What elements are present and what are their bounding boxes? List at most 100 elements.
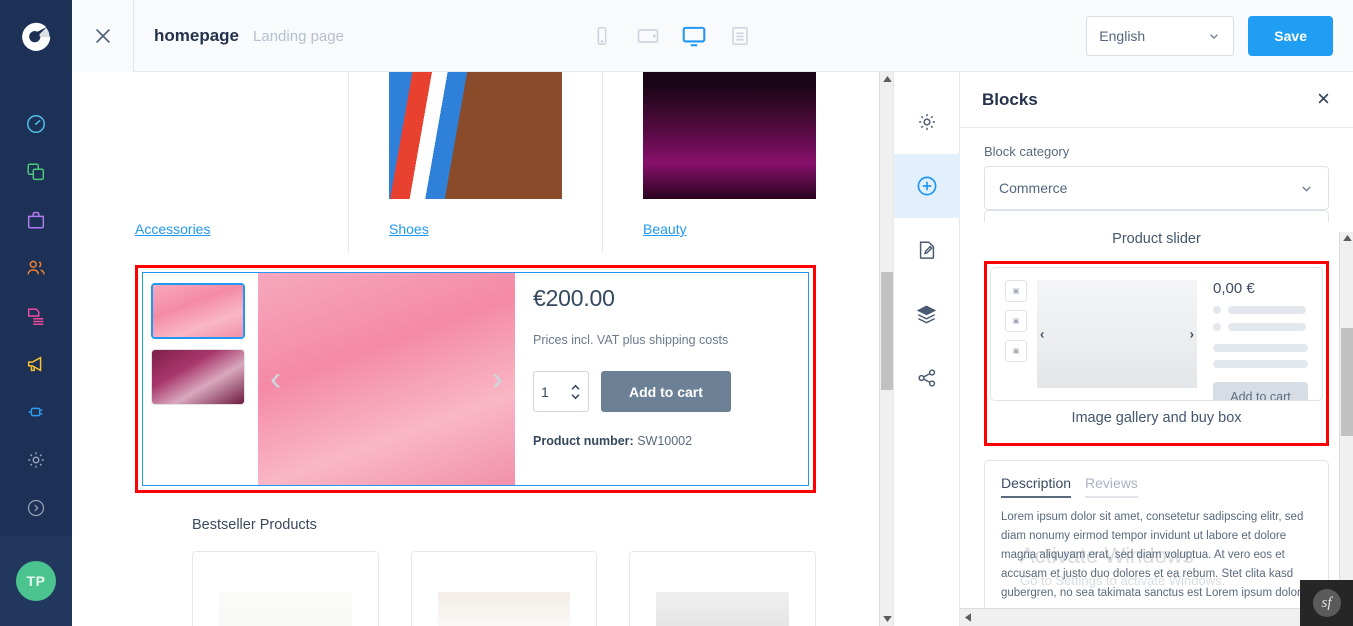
gallery-prev-icon[interactable]: ‹ <box>270 362 281 396</box>
description-preview-card: Description Reviews Lorem ipsum dolor si… <box>984 460 1329 618</box>
sidebar-item-content[interactable] <box>0 292 72 340</box>
canvas-content: Accessories Shoes Beauty ‹ › €200.00 Pri… <box>72 72 879 626</box>
language-value: English <box>1099 27 1146 44</box>
add-to-cart-button[interactable]: Add to cart <box>601 371 731 412</box>
close-icon[interactable] <box>1316 91 1331 109</box>
preview-canvas-wrapper: Accessories Shoes Beauty ‹ › €200.00 Pri… <box>72 72 894 626</box>
save-button[interactable]: Save <box>1248 15 1333 56</box>
gallery-thumb-2[interactable] <box>151 349 245 405</box>
gallery-main-image[interactable]: ‹ › <box>258 273 515 485</box>
chevron-down-icon <box>1210 33 1219 39</box>
sidebar-item-extensions[interactable] <box>0 388 72 436</box>
suit-photo <box>656 592 790 626</box>
category-tile-beauty[interactable]: Beauty <box>603 72 816 253</box>
main-area: homepage Landing page English Save Acces… <box>72 0 1353 626</box>
page-title: homepage <box>154 25 240 45</box>
category-tile-accessories[interactable]: Accessories <box>135 72 348 253</box>
buy-box-details: €200.00 Prices incl. VAT plus shipping c… <box>515 273 808 485</box>
scroll-down-icon[interactable] <box>880 612 893 626</box>
tab-reviews[interactable]: Reviews <box>1085 475 1138 498</box>
sidebar-item-settings[interactable] <box>0 436 72 484</box>
bestseller-card-3[interactable] <box>629 551 817 626</box>
preview-prev-icon[interactable]: ‹ <box>1040 327 1044 342</box>
skeleton-bar <box>1228 323 1306 331</box>
page-type-label: Landing page <box>253 27 344 45</box>
panel-scrollbar[interactable] <box>1339 232 1353 608</box>
block-item-product-slider[interactable]: Product slider <box>984 210 1329 261</box>
skeleton-row <box>1213 323 1308 331</box>
panel-scrollbar-thumb[interactable] <box>1341 328 1353 436</box>
desktop-icon[interactable] <box>680 22 708 50</box>
category-link-shoes[interactable]: Shoes <box>389 221 429 237</box>
rail-item-edit[interactable] <box>894 218 960 282</box>
description-body: Lorem ipsum dolor sit amet, consetetur s… <box>1001 511 1304 599</box>
category-tile-shoes[interactable]: Shoes <box>349 72 602 253</box>
app-root: TP homepage Landing page English Save Ac… <box>0 0 1353 626</box>
sidebar-item-catalogues[interactable] <box>0 148 72 196</box>
skeleton-bar <box>1213 360 1308 368</box>
rail-item-share[interactable] <box>894 346 960 410</box>
preview-canvas: Accessories Shoes Beauty ‹ › €200.00 Pri… <box>72 72 879 626</box>
quantity-stepper[interactable]: 1 <box>533 371 589 412</box>
sidebar-item-dashboard[interactable] <box>0 100 72 148</box>
blocks-panel-body: Block category Commerce Product slider ▣… <box>960 128 1353 626</box>
category-link-accessories[interactable]: Accessories <box>135 221 210 237</box>
canvas-scrollbar-thumb[interactable] <box>881 272 893 390</box>
sidebar-item-collapse[interactable] <box>0 484 72 532</box>
skeleton-bar <box>1213 344 1308 352</box>
block-item-image-gallery-buy-box[interactable]: ▣ ▣ ▣ ‹ › 0,00 € Add to cart Image galle… <box>990 267 1323 440</box>
sunglasses-photo: ‹ › <box>1037 280 1197 388</box>
buybox-preview: ▣ ▣ ▣ ‹ › 0,00 € Add to cart <box>991 268 1322 400</box>
symfony-logo[interactable]: sf <box>1312 589 1341 617</box>
cosmetics-photo <box>643 72 816 199</box>
rail-item-layers[interactable] <box>894 282 960 346</box>
buy-box-block[interactable]: ‹ › €200.00 Prices incl. VAT plus shippi… <box>142 272 809 486</box>
canvas-scrollbar[interactable] <box>879 72 893 626</box>
block-category-value: Commerce <box>999 180 1068 196</box>
tab-description[interactable]: Description <box>1001 475 1072 498</box>
panel-horizontal-scrollbar[interactable] <box>960 608 1353 626</box>
language-select[interactable]: English <box>1086 15 1235 56</box>
category-link-beauty[interactable]: Beauty <box>643 221 687 237</box>
toolbar-right: English Save <box>1086 15 1353 56</box>
image-placeholder-icon: ▣ <box>1005 340 1027 362</box>
product-number: Product number: SW10002 <box>533 434 790 448</box>
blocks-panel-title: Blocks <box>982 89 1038 109</box>
mobile-icon[interactable] <box>588 22 616 50</box>
quantity-arrows[interactable] <box>570 384 581 400</box>
tablet-icon[interactable] <box>634 22 662 50</box>
avatar[interactable]: TP <box>16 561 56 601</box>
sidebar-item-marketing[interactable] <box>0 340 72 388</box>
block-label-image-gallery-buy-box: Image gallery and buy box <box>1071 410 1242 426</box>
blocks-panel: Blocks Block category Commerce Product s… <box>960 72 1353 626</box>
skeleton-row <box>1213 306 1308 314</box>
sidebar-item-customers[interactable] <box>0 244 72 292</box>
rail-item-add-block[interactable] <box>893 154 960 218</box>
image-placeholder-icon: ▣ <box>1005 280 1027 302</box>
block-item-description[interactable]: Description Reviews Lorem ipsum dolor si… <box>984 460 1329 618</box>
close-icon[interactable] <box>72 0 134 72</box>
bestseller-card-2[interactable] <box>410 551 598 626</box>
rail-item-settings[interactable] <box>894 90 960 154</box>
scroll-up-icon[interactable] <box>1340 232 1353 244</box>
chevron-down-icon <box>1302 185 1311 192</box>
product-price: €200.00 <box>533 285 615 311</box>
scroll-up-icon[interactable] <box>880 72 893 86</box>
shopware-logo[interactable] <box>0 0 72 72</box>
block-category-select[interactable]: Commerce <box>984 166 1329 210</box>
top-toolbar: homepage Landing page English Save <box>72 0 1353 72</box>
list-view-icon[interactable] <box>726 22 754 50</box>
gallery-next-icon[interactable]: › <box>492 362 503 396</box>
skeleton-bar <box>1228 306 1306 314</box>
symfony-debug-toolbar[interactable]: sf <box>1300 580 1353 626</box>
preview-next-icon[interactable]: › <box>1190 327 1194 342</box>
gallery-thumb-1[interactable] <box>151 283 245 339</box>
sidebar-item-orders[interactable] <box>0 196 72 244</box>
main-sidebar: TP <box>0 0 72 626</box>
product-number-label: Product number: <box>533 434 634 448</box>
bestseller-card-1[interactable] <box>192 551 379 626</box>
sidebar-nav <box>0 72 72 536</box>
scroll-left-icon[interactable] <box>960 613 976 622</box>
preview-thumbnails: ▣ ▣ ▣ <box>1005 280 1027 388</box>
preview-add-to-cart-button[interactable]: Add to cart <box>1213 382 1308 400</box>
